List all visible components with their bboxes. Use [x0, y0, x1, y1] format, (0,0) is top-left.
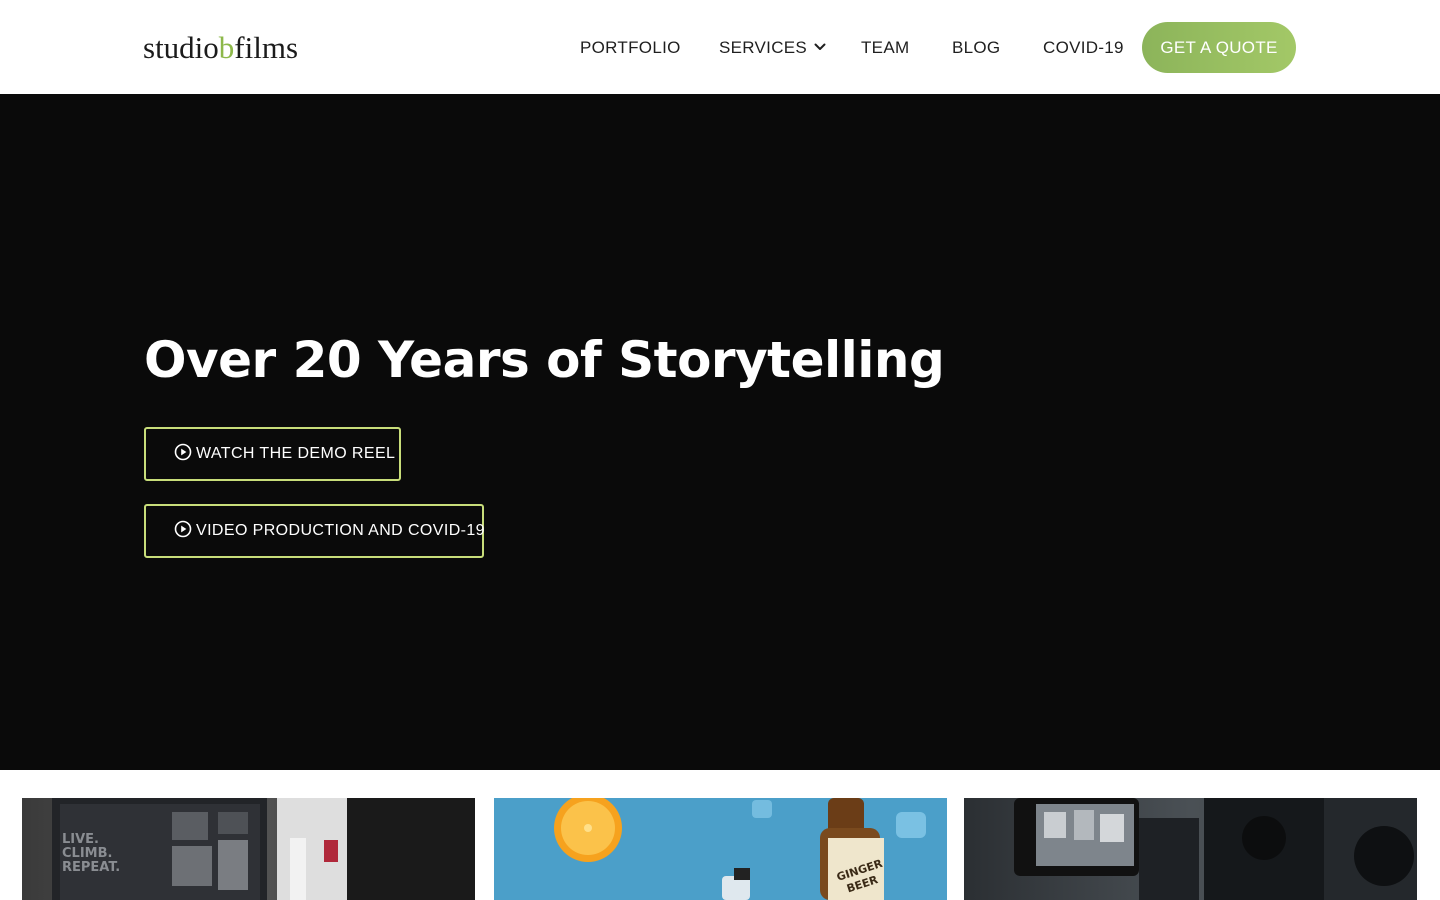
portfolio-thumbnails: LIVE. CLIMB. REPEAT. GINGER BEER: [0, 770, 1440, 900]
nav-portfolio[interactable]: PORTFOLIO: [580, 36, 681, 60]
portfolio-thumbnail-2[interactable]: GINGER BEER: [494, 798, 947, 900]
portfolio-thumbnail-1[interactable]: LIVE. CLIMB. REPEAT.: [22, 798, 475, 900]
nav-services-label: SERVICES: [719, 38, 808, 57]
video-production-covid-label: VIDEO PRODUCTION AND COVID-19: [196, 522, 485, 539]
nav-services[interactable]: SERVICES: [719, 36, 827, 60]
play-circle-icon: [174, 520, 192, 538]
hero-title: Over 20 Years of Storytelling: [144, 331, 945, 389]
hero-section: Over 20 Years of Storytelling WATCH THE …: [0, 94, 1440, 770]
thumbnail-text-live: LIVE.: [62, 832, 99, 847]
thumbnail-image-laptop: LIVE. CLIMB. REPEAT.: [52, 798, 475, 900]
site-header: studiobfilms PORTFOLIO SERVICES TEAM BLO…: [0, 0, 1440, 94]
chevron-down-icon: [814, 43, 826, 50]
get-a-quote-button[interactable]: GET A QUOTE: [1142, 22, 1296, 73]
video-production-covid-button[interactable]: VIDEO PRODUCTION AND COVID-19: [144, 504, 485, 558]
thumbnail-image-ginger-beer: GINGER BEER: [554, 798, 926, 900]
play-circle-icon: [174, 443, 192, 461]
portfolio-thumbnail-3[interactable]: [964, 798, 1417, 900]
thumbnail-text-repeat: REPEAT.: [62, 860, 120, 875]
thumbnail-text-climb: CLIMB.: [62, 846, 112, 861]
watch-demo-reel-label: WATCH THE DEMO REEL: [196, 445, 396, 462]
nav-blog[interactable]: BLOG: [952, 36, 1000, 60]
watch-demo-reel-button[interactable]: WATCH THE DEMO REEL: [144, 427, 401, 481]
thumbnail-image-camera: [1014, 798, 1417, 900]
nav-team[interactable]: TEAM: [861, 36, 909, 60]
nav-covid-19[interactable]: COVID-19: [1043, 36, 1124, 60]
